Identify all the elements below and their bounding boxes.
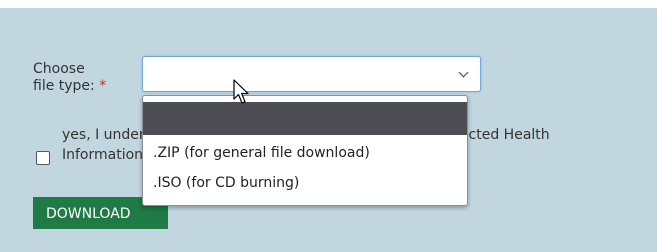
file-type-dropdown: .ZIP (for general file download) .ISO (f… [142,95,468,206]
required-marker: * [99,78,107,94]
dropdown-option-iso[interactable]: .ISO (for CD burning) [143,169,467,197]
agree-label-line2: Information [62,147,144,163]
file-type-select[interactable] [142,56,481,92]
file-type-label-line2: file type: [33,78,95,94]
file-type-label: Choose file type: * [33,61,133,95]
chevron-down-icon [458,67,469,78]
mouse-pointer-icon [233,79,249,104]
dropdown-option-blank[interactable] [143,102,467,135]
file-type-label-line1: Choose [33,61,85,77]
dropdown-option-zip[interactable]: .ZIP (for general file download) [143,139,467,167]
agree-checkbox[interactable] [36,151,50,165]
